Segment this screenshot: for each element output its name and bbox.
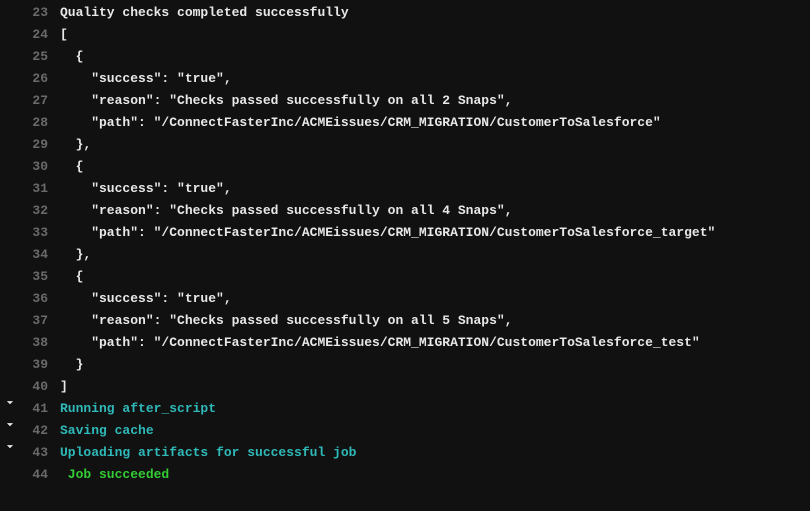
log-line: 24[: [0, 24, 810, 46]
line-number: 35: [20, 266, 60, 288]
line-number: 28: [20, 112, 60, 134]
log-text: "success": "true",: [60, 288, 810, 310]
log-text: "reason": "Checks passed successfully on…: [60, 310, 810, 332]
log-line: 41Running after_script: [0, 398, 810, 420]
log-line: 39 }: [0, 354, 810, 376]
log-line: 34 },: [0, 244, 810, 266]
log-text: {: [60, 266, 810, 288]
collapse-caret-icon[interactable]: [0, 442, 20, 452]
line-number: 39: [20, 354, 60, 376]
log-text: Quality checks completed successfully: [60, 2, 810, 24]
line-number: 37: [20, 310, 60, 332]
line-number: 24: [20, 24, 60, 46]
log-text: Job succeeded: [60, 464, 810, 486]
log-text: Uploading artifacts for successful job: [60, 442, 810, 464]
line-number: 29: [20, 134, 60, 156]
line-number: 31: [20, 178, 60, 200]
log-text: "success": "true",: [60, 68, 810, 90]
log-line: 26 "success": "true",: [0, 68, 810, 90]
log-text: "success": "true",: [60, 178, 810, 200]
line-number: 36: [20, 288, 60, 310]
log-line: 29 },: [0, 134, 810, 156]
log-line: 33 "path": "/ConnectFasterInc/ACMEissues…: [0, 222, 810, 244]
collapse-caret-icon[interactable]: [0, 398, 20, 408]
log-line: 31 "success": "true",: [0, 178, 810, 200]
log-text: ]: [60, 376, 810, 398]
log-text: "path": "/ConnectFasterInc/ACMEissues/CR…: [60, 222, 810, 244]
log-text: "reason": "Checks passed successfully on…: [60, 200, 810, 222]
log-text: {: [60, 46, 810, 68]
log-text: "path": "/ConnectFasterInc/ACMEissues/CR…: [60, 112, 810, 134]
log-line: 30 {: [0, 156, 810, 178]
line-number: 42: [20, 420, 60, 442]
log-line: 23Quality checks completed successfully: [0, 2, 810, 24]
log-text: "reason": "Checks passed successfully on…: [60, 90, 810, 112]
line-number: 40: [20, 376, 60, 398]
line-number: 33: [20, 222, 60, 244]
log-text: Saving cache: [60, 420, 810, 442]
collapse-caret-icon[interactable]: [0, 420, 20, 430]
log-line: 36 "success": "true",: [0, 288, 810, 310]
line-number: 32: [20, 200, 60, 222]
line-number: 41: [20, 398, 60, 420]
line-number: 27: [20, 90, 60, 112]
log-text: },: [60, 134, 810, 156]
line-number: 43: [20, 442, 60, 464]
line-number: 30: [20, 156, 60, 178]
log-line: 42Saving cache: [0, 420, 810, 442]
job-log: 23Quality checks completed successfully2…: [0, 0, 810, 486]
log-text: },: [60, 244, 810, 266]
log-line: 28 "path": "/ConnectFasterInc/ACMEissues…: [0, 112, 810, 134]
log-line: 44 Job succeeded: [0, 464, 810, 486]
line-number: 23: [20, 2, 60, 24]
log-line: 27 "reason": "Checks passed successfully…: [0, 90, 810, 112]
log-text: }: [60, 354, 810, 376]
log-text: {: [60, 156, 810, 178]
log-line: 37 "reason": "Checks passed successfully…: [0, 310, 810, 332]
line-number: 25: [20, 46, 60, 68]
log-line: 43Uploading artifacts for successful job: [0, 442, 810, 464]
line-number: 38: [20, 332, 60, 354]
log-line: 25 {: [0, 46, 810, 68]
log-line: 32 "reason": "Checks passed successfully…: [0, 200, 810, 222]
line-number: 34: [20, 244, 60, 266]
log-text: [: [60, 24, 810, 46]
line-number: 26: [20, 68, 60, 90]
log-text: Running after_script: [60, 398, 810, 420]
log-text: "path": "/ConnectFasterInc/ACMEissues/CR…: [60, 332, 810, 354]
log-line: 38 "path": "/ConnectFasterInc/ACMEissues…: [0, 332, 810, 354]
log-line: 40]: [0, 376, 810, 398]
line-number: 44: [20, 464, 60, 486]
log-line: 35 {: [0, 266, 810, 288]
